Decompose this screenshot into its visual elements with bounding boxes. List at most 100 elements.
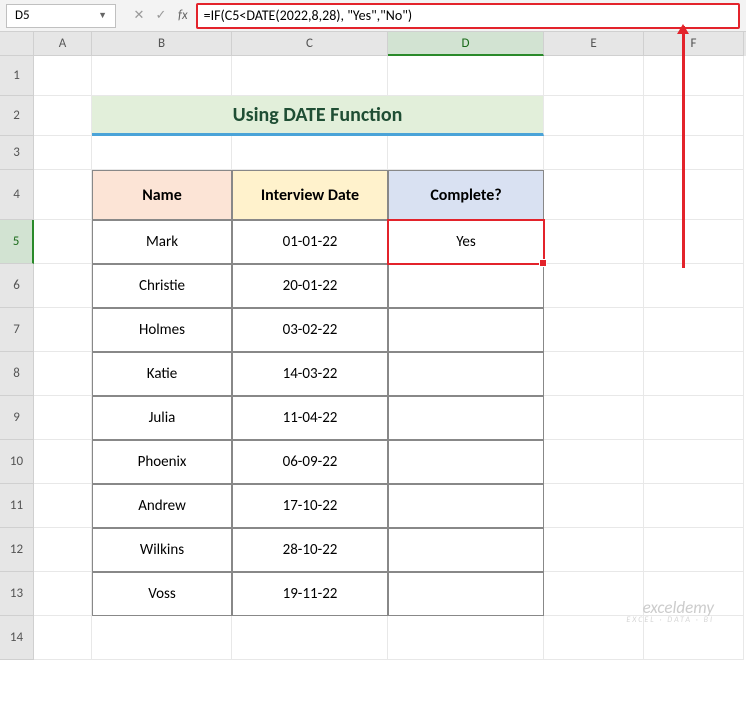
cell[interactable] — [34, 170, 92, 220]
cell[interactable] — [92, 616, 232, 660]
cell-name[interactable]: Wilkins — [92, 528, 232, 572]
cell-name[interactable]: Phoenix — [92, 440, 232, 484]
cell-date[interactable]: 14-03-22 — [232, 352, 388, 396]
cell-date[interactable]: 28-10-22 — [232, 528, 388, 572]
cell-complete[interactable] — [388, 352, 544, 396]
cell[interactable] — [34, 56, 92, 96]
col-header-c[interactable]: C — [232, 32, 388, 56]
row-header-8[interactable]: 8 — [0, 352, 34, 396]
cell[interactable] — [34, 396, 92, 440]
cell[interactable] — [34, 352, 92, 396]
cell-date[interactable]: 17-10-22 — [232, 484, 388, 528]
cell[interactable] — [644, 308, 744, 352]
cell[interactable] — [232, 616, 388, 660]
cell[interactable] — [544, 352, 644, 396]
cell-date[interactable]: 20-01-22 — [232, 264, 388, 308]
table-header-name[interactable]: Name — [92, 170, 232, 220]
col-header-f[interactable]: F — [644, 32, 744, 56]
row-header-1[interactable]: 1 — [0, 56, 34, 96]
cell[interactable] — [388, 136, 544, 170]
col-header-d[interactable]: D — [388, 32, 544, 56]
row-header-6[interactable]: 6 — [0, 264, 34, 308]
chevron-down-icon[interactable]: ▼ — [98, 10, 107, 21]
cell[interactable] — [644, 484, 744, 528]
row-header-7[interactable]: 7 — [0, 308, 34, 352]
cell[interactable] — [644, 264, 744, 308]
cell-date[interactable]: 01-01-22 — [232, 220, 388, 264]
name-box[interactable]: D5 ▼ — [6, 4, 116, 28]
cell[interactable] — [544, 56, 644, 96]
cell-name[interactable]: Mark — [92, 220, 232, 264]
confirm-icon[interactable]: ✓ — [154, 8, 168, 23]
cancel-icon[interactable]: ✕ — [132, 8, 146, 23]
cell[interactable] — [388, 616, 544, 660]
cell[interactable] — [544, 484, 644, 528]
cell[interactable] — [544, 136, 644, 170]
cell-name[interactable]: Holmes — [92, 308, 232, 352]
cell-complete[interactable] — [388, 484, 544, 528]
cell[interactable] — [34, 96, 92, 136]
row-header-2[interactable]: 2 — [0, 96, 34, 136]
cell[interactable] — [544, 264, 644, 308]
table-header-complete[interactable]: Complete? — [388, 170, 544, 220]
col-header-a[interactable]: A — [34, 32, 92, 56]
cell[interactable] — [544, 396, 644, 440]
row-header-3[interactable]: 3 — [0, 136, 34, 170]
cell-date[interactable]: 06-09-22 — [232, 440, 388, 484]
cell[interactable] — [544, 308, 644, 352]
row-header-9[interactable]: 9 — [0, 396, 34, 440]
cell-name[interactable]: Julia — [92, 396, 232, 440]
cell[interactable] — [644, 220, 744, 264]
cell[interactable] — [232, 136, 388, 170]
cell-name[interactable]: Katie — [92, 352, 232, 396]
cell[interactable] — [644, 136, 744, 170]
cell-complete[interactable] — [388, 440, 544, 484]
table-header-date[interactable]: Interview Date — [232, 170, 388, 220]
cell[interactable] — [644, 170, 744, 220]
cell-complete[interactable] — [388, 264, 544, 308]
cell[interactable] — [34, 440, 92, 484]
cell[interactable] — [34, 616, 92, 660]
cell[interactable] — [544, 170, 644, 220]
row-header-11[interactable]: 11 — [0, 484, 34, 528]
fill-handle[interactable] — [539, 259, 547, 267]
cell-complete[interactable] — [388, 528, 544, 572]
cell[interactable] — [544, 220, 644, 264]
cell[interactable] — [388, 56, 544, 96]
row-header-12[interactable]: 12 — [0, 528, 34, 572]
cell-complete[interactable] — [388, 572, 544, 616]
row-header-10[interactable]: 10 — [0, 440, 34, 484]
cell[interactable] — [34, 308, 92, 352]
cell[interactable] — [644, 396, 744, 440]
cell-complete[interactable] — [388, 308, 544, 352]
cell-complete[interactable] — [388, 396, 544, 440]
formula-input[interactable]: =IF(C5<DATE(2022,8,28), "Yes","No") — [196, 3, 740, 29]
cell[interactable] — [544, 96, 644, 136]
cell[interactable] — [34, 136, 92, 170]
cell-name[interactable]: Voss — [92, 572, 232, 616]
cell-name[interactable]: Christie — [92, 264, 232, 308]
cell[interactable] — [544, 440, 644, 484]
cell-complete[interactable]: Yes — [388, 220, 544, 264]
fx-icon[interactable]: fx — [178, 8, 196, 23]
cell[interactable] — [34, 484, 92, 528]
cell[interactable] — [644, 440, 744, 484]
cell-date[interactable]: 11-04-22 — [232, 396, 388, 440]
select-all-corner[interactable] — [0, 32, 34, 56]
cell[interactable] — [92, 136, 232, 170]
cell-date[interactable]: 19-11-22 — [232, 572, 388, 616]
cell-date[interactable]: 03-02-22 — [232, 308, 388, 352]
cell[interactable] — [644, 528, 744, 572]
cell[interactable] — [644, 96, 744, 136]
page-title[interactable]: Using DATE Function — [92, 96, 544, 136]
cell[interactable] — [544, 528, 644, 572]
cell[interactable] — [644, 352, 744, 396]
cell[interactable] — [92, 56, 232, 96]
cell[interactable] — [34, 220, 92, 264]
col-header-e[interactable]: E — [544, 32, 644, 56]
cell[interactable] — [34, 528, 92, 572]
col-header-b[interactable]: B — [92, 32, 232, 56]
row-header-13[interactable]: 13 — [0, 572, 34, 616]
cell[interactable] — [644, 56, 744, 96]
cell-name[interactable]: Andrew — [92, 484, 232, 528]
